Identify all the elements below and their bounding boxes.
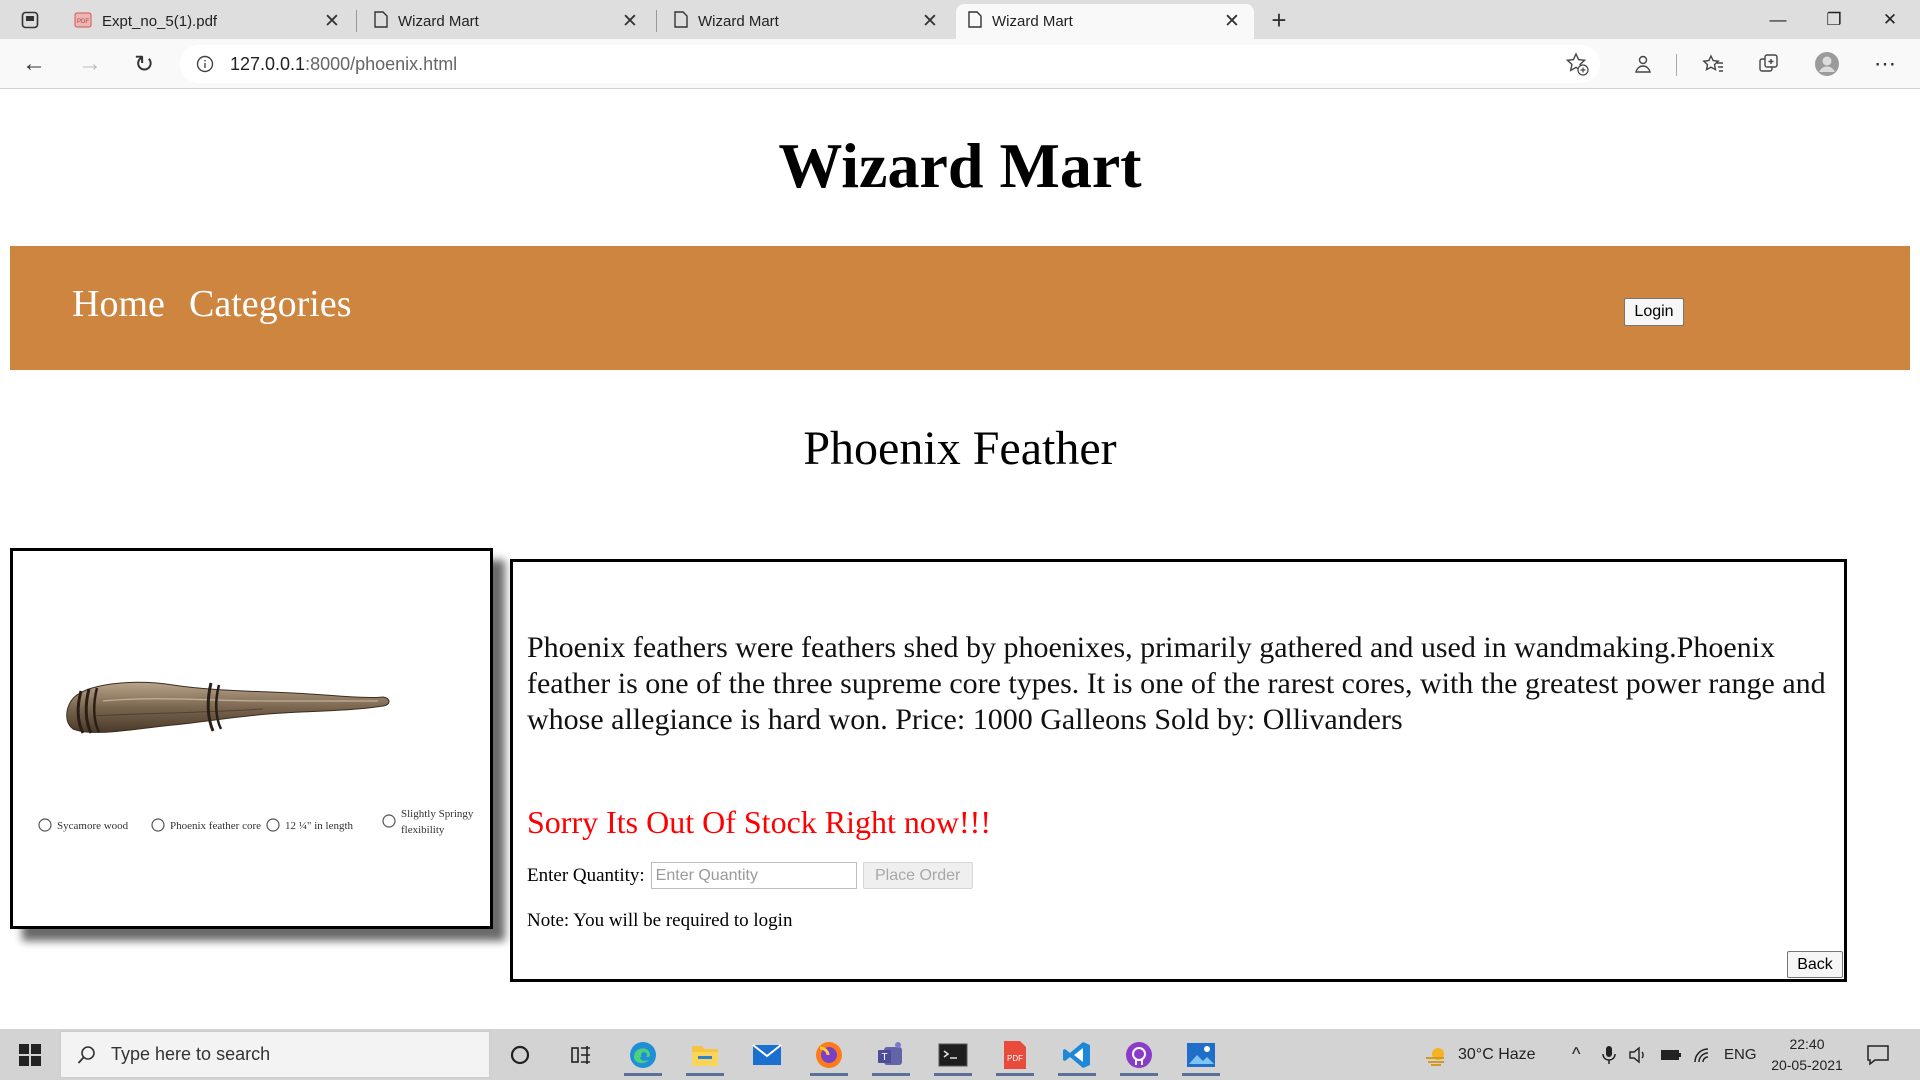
mail-icon[interactable] — [742, 1034, 792, 1076]
svg-text:T: T — [881, 1052, 887, 1063]
login-button[interactable]: Login — [1624, 298, 1684, 326]
terminal-icon[interactable] — [928, 1034, 978, 1076]
taskbar-clock[interactable]: 22:40 20-05-2021 — [1762, 1034, 1852, 1076]
weather-text: 30°C Haze — [1458, 1045, 1536, 1063]
cortana-icon[interactable] — [495, 1034, 545, 1076]
url-text: 127.0.0.1:8000/phoenix.html — [230, 54, 457, 75]
favorites-icon[interactable] — [1700, 51, 1726, 77]
new-tab-icon[interactable]: + — [1264, 5, 1294, 35]
pdf-icon: PDF — [74, 12, 92, 32]
collections-icon[interactable] — [1756, 51, 1782, 77]
volume-icon[interactable] — [1628, 1029, 1648, 1080]
url-host: 127.0.0.1 — [230, 53, 306, 74]
language-indicator[interactable]: ENG — [1724, 1029, 1757, 1080]
firefox-icon[interactable] — [804, 1034, 854, 1076]
login-note: Note: You will be required to login — [527, 910, 793, 931]
product-title: Phoenix Feather — [803, 422, 1117, 475]
tab-label: Wizard Mart — [992, 13, 1073, 30]
github-desktop-icon[interactable] — [1114, 1034, 1164, 1076]
tab-divider — [656, 10, 657, 32]
quantity-row: Enter Quantity: Place Order — [527, 862, 973, 889]
image-label-flexibility-1: Slightly Springy — [401, 808, 474, 820]
restore-icon[interactable]: ❐ — [1806, 0, 1862, 39]
info-icon[interactable] — [194, 53, 216, 75]
image-label-length: 12 ¼" in length — [285, 820, 354, 832]
wand-image: Sycamore wood Phoenix feather core 12 ¼"… — [38, 681, 474, 836]
nav-home-link[interactable]: Home — [72, 282, 165, 326]
photos-icon[interactable] — [1176, 1034, 1226, 1076]
out-of-stock-message: Sorry Its Out Of Stock Right now!!! — [527, 804, 991, 840]
tab-wizard-mart-2[interactable]: Wizard Mart ✕ — [662, 4, 952, 39]
browser-toolbar: ← → ↻ 127.0.0.1:8000/phoenix.html ⋯ — [0, 39, 1920, 89]
more-options-icon[interactable]: ⋯ — [1872, 51, 1898, 77]
back-arrow-icon[interactable]: ← — [16, 46, 52, 82]
tab-label: Wizard Mart — [398, 13, 479, 30]
back-button[interactable]: Back — [1787, 951, 1843, 978]
svg-text:PDF: PDF — [77, 19, 89, 25]
place-order-button[interactable]: Place Order — [862, 862, 973, 889]
file-explorer-icon[interactable] — [680, 1034, 730, 1076]
pdf-reader-icon[interactable]: PDF — [990, 1034, 1040, 1076]
quantity-label: Enter Quantity: — [527, 864, 645, 886]
taskbar-search-box[interactable]: Type here to search — [60, 1031, 490, 1078]
search-icon — [77, 1045, 97, 1065]
show-hidden-icons-chevron-up-icon[interactable]: ^ — [1572, 1029, 1580, 1080]
add-favorite-icon[interactable] — [1564, 51, 1590, 77]
nav-categories-link[interactable]: Categories — [189, 282, 352, 326]
product-details-card: Phoenix feathers were feathers shed by p… — [510, 559, 1847, 982]
close-icon[interactable]: ✕ — [920, 10, 940, 33]
address-bar[interactable]: 127.0.0.1:8000/phoenix.html — [180, 45, 1600, 83]
read-aloud-icon[interactable] — [1630, 51, 1656, 77]
url-path: :8000/phoenix.html — [305, 53, 458, 74]
tab-actions-icon[interactable] — [14, 6, 46, 34]
refresh-icon[interactable]: ↻ — [126, 46, 162, 82]
toolbar-divider — [1676, 54, 1677, 76]
edge-browser-icon[interactable] — [618, 1034, 668, 1076]
forward-arrow-icon[interactable]: → — [72, 46, 108, 82]
close-icon[interactable]: ✕ — [620, 10, 640, 33]
weather-haze-icon — [1426, 1047, 1444, 1066]
notifications-icon[interactable] — [1866, 1029, 1890, 1080]
page-content: Wizard Mart Home Categories Login Phoeni… — [0, 89, 1920, 1029]
svg-text:PDF: PDF — [1007, 1054, 1023, 1063]
tab-label: Wizard Mart — [698, 13, 779, 30]
image-label-core: Phoenix feather core — [170, 820, 261, 832]
page-icon — [674, 11, 688, 32]
close-icon[interactable]: ✕ — [322, 10, 342, 33]
product-description: Phoenix feathers were feathers shed by p… — [527, 631, 1826, 736]
close-icon[interactable]: ✕ — [1222, 10, 1242, 33]
page-icon — [374, 11, 388, 32]
browser-tab-strip: PDF Expt_no_5(1).pdf ✕ Wizard Mart ✕ Wiz… — [0, 0, 1920, 39]
vscode-icon[interactable] — [1052, 1034, 1102, 1076]
minimize-icon[interactable]: — — [1750, 0, 1806, 39]
tab-wizard-mart-1[interactable]: Wizard Mart ✕ — [362, 4, 652, 39]
battery-icon[interactable] — [1660, 1029, 1682, 1080]
taskbar: Type here to search T PDF 30°C Haze ^ EN… — [0, 1029, 1920, 1080]
image-label-flexibility-2: flexibility — [401, 824, 445, 836]
wifi-icon[interactable] — [1692, 1029, 1712, 1080]
tab-wizard-mart-active[interactable]: Wizard Mart ✕ — [956, 4, 1254, 39]
image-label-wood: Sycamore wood — [57, 820, 129, 832]
windows-start-icon[interactable] — [8, 1037, 52, 1073]
close-window-icon[interactable]: ✕ — [1862, 0, 1918, 39]
tab-pdf[interactable]: PDF Expt_no_5(1).pdf ✕ — [62, 4, 354, 39]
quantity-input[interactable] — [650, 862, 857, 889]
microphone-icon[interactable] — [1602, 1029, 1616, 1080]
task-view-icon[interactable] — [556, 1034, 606, 1076]
site-title: Wizard Mart — [778, 130, 1142, 201]
product-image-card: Sycamore wood Phoenix feather core 12 ¼"… — [10, 548, 493, 929]
clock-date: 20-05-2021 — [1771, 1057, 1843, 1073]
teams-icon[interactable]: T — [866, 1034, 916, 1076]
navbar: Home Categories Login — [10, 246, 1910, 370]
profile-avatar-icon[interactable] — [1814, 51, 1840, 77]
tab-divider — [356, 10, 357, 32]
search-placeholder: Type here to search — [111, 1044, 271, 1064]
clock-time: 22:40 — [1789, 1036, 1825, 1052]
page-icon — [968, 11, 982, 32]
tab-label: Expt_no_5(1).pdf — [102, 13, 218, 30]
weather-widget[interactable]: 30°C Haze — [1424, 1029, 1536, 1080]
